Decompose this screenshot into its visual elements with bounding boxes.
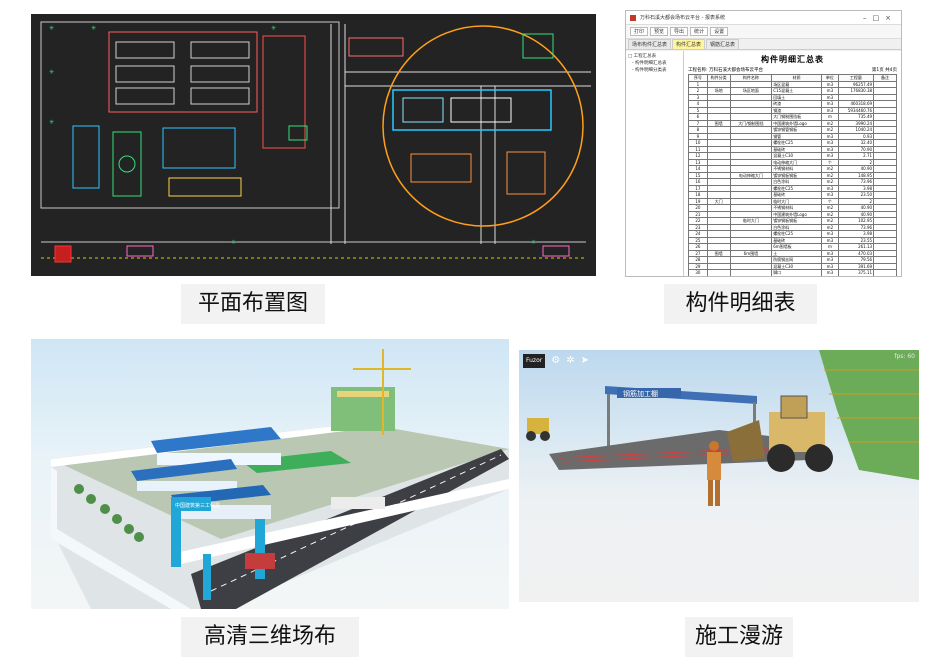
- report-sheet: 构件明细汇总表 工程名称: 万科石溪大都会场布云平台 第1页 共4页 序号 构件分…: [684, 51, 901, 276]
- gear-icon[interactable]: ✲: [566, 355, 574, 367]
- site-plan-view[interactable]: ✳ ✳ ✳ ✳ ✳ ✳ ✳: [31, 14, 596, 276]
- sheet-page-number: 第1页 共4页: [871, 68, 897, 73]
- svg-text:✳: ✳: [49, 69, 54, 76]
- toolbar-stats-button[interactable]: 统计: [690, 27, 709, 36]
- walkthrough-render: 钢筋加工棚: [526, 350, 919, 506]
- table-row[interactable]: 7 围墙 大门/钢制围挡 中国建筑外墙Logo m2 3990.24: [688, 119, 897, 127]
- svg-text:✳: ✳: [91, 25, 96, 32]
- svg-text:✳: ✳: [271, 25, 276, 32]
- 3d-site-render: 中国建筑第三工程局: [51, 349, 509, 609]
- report-toolbar: 打印 预览 导出 统计 设置: [626, 25, 901, 39]
- window-titlebar: 万科石溪大都会场布云平台 - 报表系统 –□×: [626, 11, 901, 25]
- toolbar-print-button[interactable]: 打印: [630, 27, 649, 36]
- gate-sign-text: 中国建筑第三工程局: [175, 502, 220, 509]
- app-icon: [630, 15, 636, 21]
- shed-sign: 钢筋加工棚: [623, 389, 658, 398]
- sheet-project-name: 工程名称: 万科石溪大都会场布云平台: [688, 68, 763, 73]
- fps-readout: fps: 60: [894, 353, 915, 360]
- walkthrough-hud: Fuzor ⚙ ✲ ➤: [523, 354, 589, 368]
- component-detail-table: 序号 构件分类 构件名称 材质 单位 工程量 备注 1 场区混凝 m3 96257.49 2 场地 场区…: [688, 74, 897, 276]
- table-cell: m3: [821, 269, 839, 276]
- svg-text:✳: ✳: [49, 119, 54, 126]
- tree-item-category[interactable]: - 构件明细分类表: [628, 67, 681, 74]
- toolbar-settings-button[interactable]: 设置: [710, 27, 729, 36]
- caption-site-plan: 平面布置图: [181, 284, 325, 324]
- tree-item-detail[interactable]: - 构件明细汇总表: [628, 60, 681, 67]
- table-row[interactable]: 30 脚口 m3 375.11: [688, 269, 897, 276]
- caption-3d-layout: 高清三维场布: [181, 617, 359, 657]
- site-plan-drawing: ✳ ✳ ✳ ✳ ✳ ✳ ✳: [40, 21, 591, 263]
- table-cell: 375.11: [837, 269, 875, 276]
- svg-text:✳: ✳: [531, 239, 536, 246]
- toolbar-export-button[interactable]: 导出: [670, 27, 689, 36]
- table-cell: [873, 269, 897, 276]
- tree-item-project[interactable]: □ 工程汇总表: [628, 53, 681, 60]
- table-body: 1 场区混凝 m3 96257.49 2 场地 场区地面 C15混凝土 m3 176830.38 3…: [688, 80, 897, 276]
- svg-text:✳: ✳: [49, 25, 54, 32]
- table-cell: [729, 269, 773, 276]
- tab-site-summary[interactable]: 场布构件汇总表: [628, 39, 672, 49]
- report-tabs: 场布构件汇总表 构件汇总表 钢筋汇总表: [626, 39, 901, 50]
- caption-component-table: 构件明细表: [664, 284, 817, 324]
- table-cell: [706, 269, 731, 276]
- detail-report-window[interactable]: 万科石溪大都会场布云平台 - 报表系统 –□× 打印 预览 导出 统计 设置 场…: [625, 10, 902, 277]
- sheet-title: 构件明细汇总表: [761, 54, 824, 64]
- caption-walkthrough: 施工漫游: [685, 617, 793, 657]
- hud-logo: Fuzor: [523, 354, 546, 368]
- window-title: 万科石溪大都会场布云平台 - 报表系统: [640, 15, 725, 21]
- settings-icon[interactable]: ⚙: [551, 355, 560, 367]
- tab-component-summary[interactable]: 构件汇总表: [672, 39, 706, 49]
- send-icon[interactable]: ➤: [581, 355, 589, 367]
- table-cell: 脚口: [771, 269, 823, 276]
- toolbar-preview-button[interactable]: 预览: [650, 27, 669, 36]
- table-cell: 30: [688, 269, 708, 276]
- 3d-site-view[interactable]: 中国建筑第三工程局: [31, 339, 509, 609]
- svg-text:✳: ✳: [231, 239, 236, 246]
- tab-rebar-summary[interactable]: 钢筋汇总表: [706, 39, 740, 49]
- walkthrough-view[interactable]: 钢筋加工棚 Fuzor ⚙ ✲ ➤ fps: 60: [519, 350, 919, 602]
- window-controls[interactable]: –□×: [863, 11, 897, 25]
- report-tree: □ 工程汇总表 - 构件明细汇总表 - 构件明细分类表: [626, 51, 684, 276]
- table-row[interactable]: 2 场地 场区地面 C15混凝土 m3 176830.38: [688, 87, 897, 95]
